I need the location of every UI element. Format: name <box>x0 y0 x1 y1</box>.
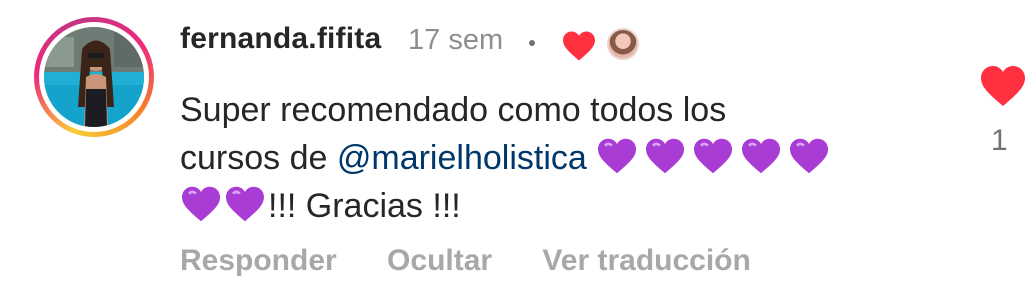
purple-heart-icon <box>598 138 637 174</box>
comment-actions: Responder Ocultar Ver traducción <box>180 244 793 278</box>
comment-item: fernanda.fifita 17 sem Super recomendado… <box>0 0 1035 290</box>
purple-heart-icon <box>694 138 733 174</box>
like-heart-icon[interactable] <box>979 64 1027 108</box>
purple-heart-icon <box>646 138 685 174</box>
timestamp: 17 sem <box>408 24 504 56</box>
avatar-border <box>39 22 149 132</box>
comment-line-3: !!! Gracias !!! <box>180 182 910 230</box>
avatar-photo <box>44 27 144 127</box>
comment-text: Super recomendado como todos los cursos … <box>180 86 910 230</box>
purple-heart-icon <box>742 138 781 174</box>
story-ring[interactable] <box>34 17 154 137</box>
comment-line-1: Super recomendado como todos los <box>180 91 727 129</box>
author-avatar <box>607 28 639 60</box>
hide-button[interactable]: Ocultar <box>387 244 492 277</box>
avatar[interactable] <box>44 27 144 127</box>
translate-button[interactable]: Ver traducción <box>542 244 750 277</box>
comment-text-prefix: cursos de <box>180 139 337 177</box>
purple-heart-icon <box>226 186 264 222</box>
heart-icon <box>563 31 595 61</box>
comment-text-suffix: !!! Gracias !!! <box>268 187 461 225</box>
purple-heart-icon <box>790 138 829 174</box>
username[interactable]: fernanda.fifita <box>180 22 381 56</box>
separator-dot <box>529 40 535 46</box>
purple-heart-icon <box>182 186 220 222</box>
reply-button[interactable]: Responder <box>180 244 337 277</box>
like-count: 1 <box>991 124 1008 157</box>
comment-line-2: cursos de @marielholistica <box>180 134 910 182</box>
mention-link[interactable]: @marielholistica <box>337 139 587 177</box>
